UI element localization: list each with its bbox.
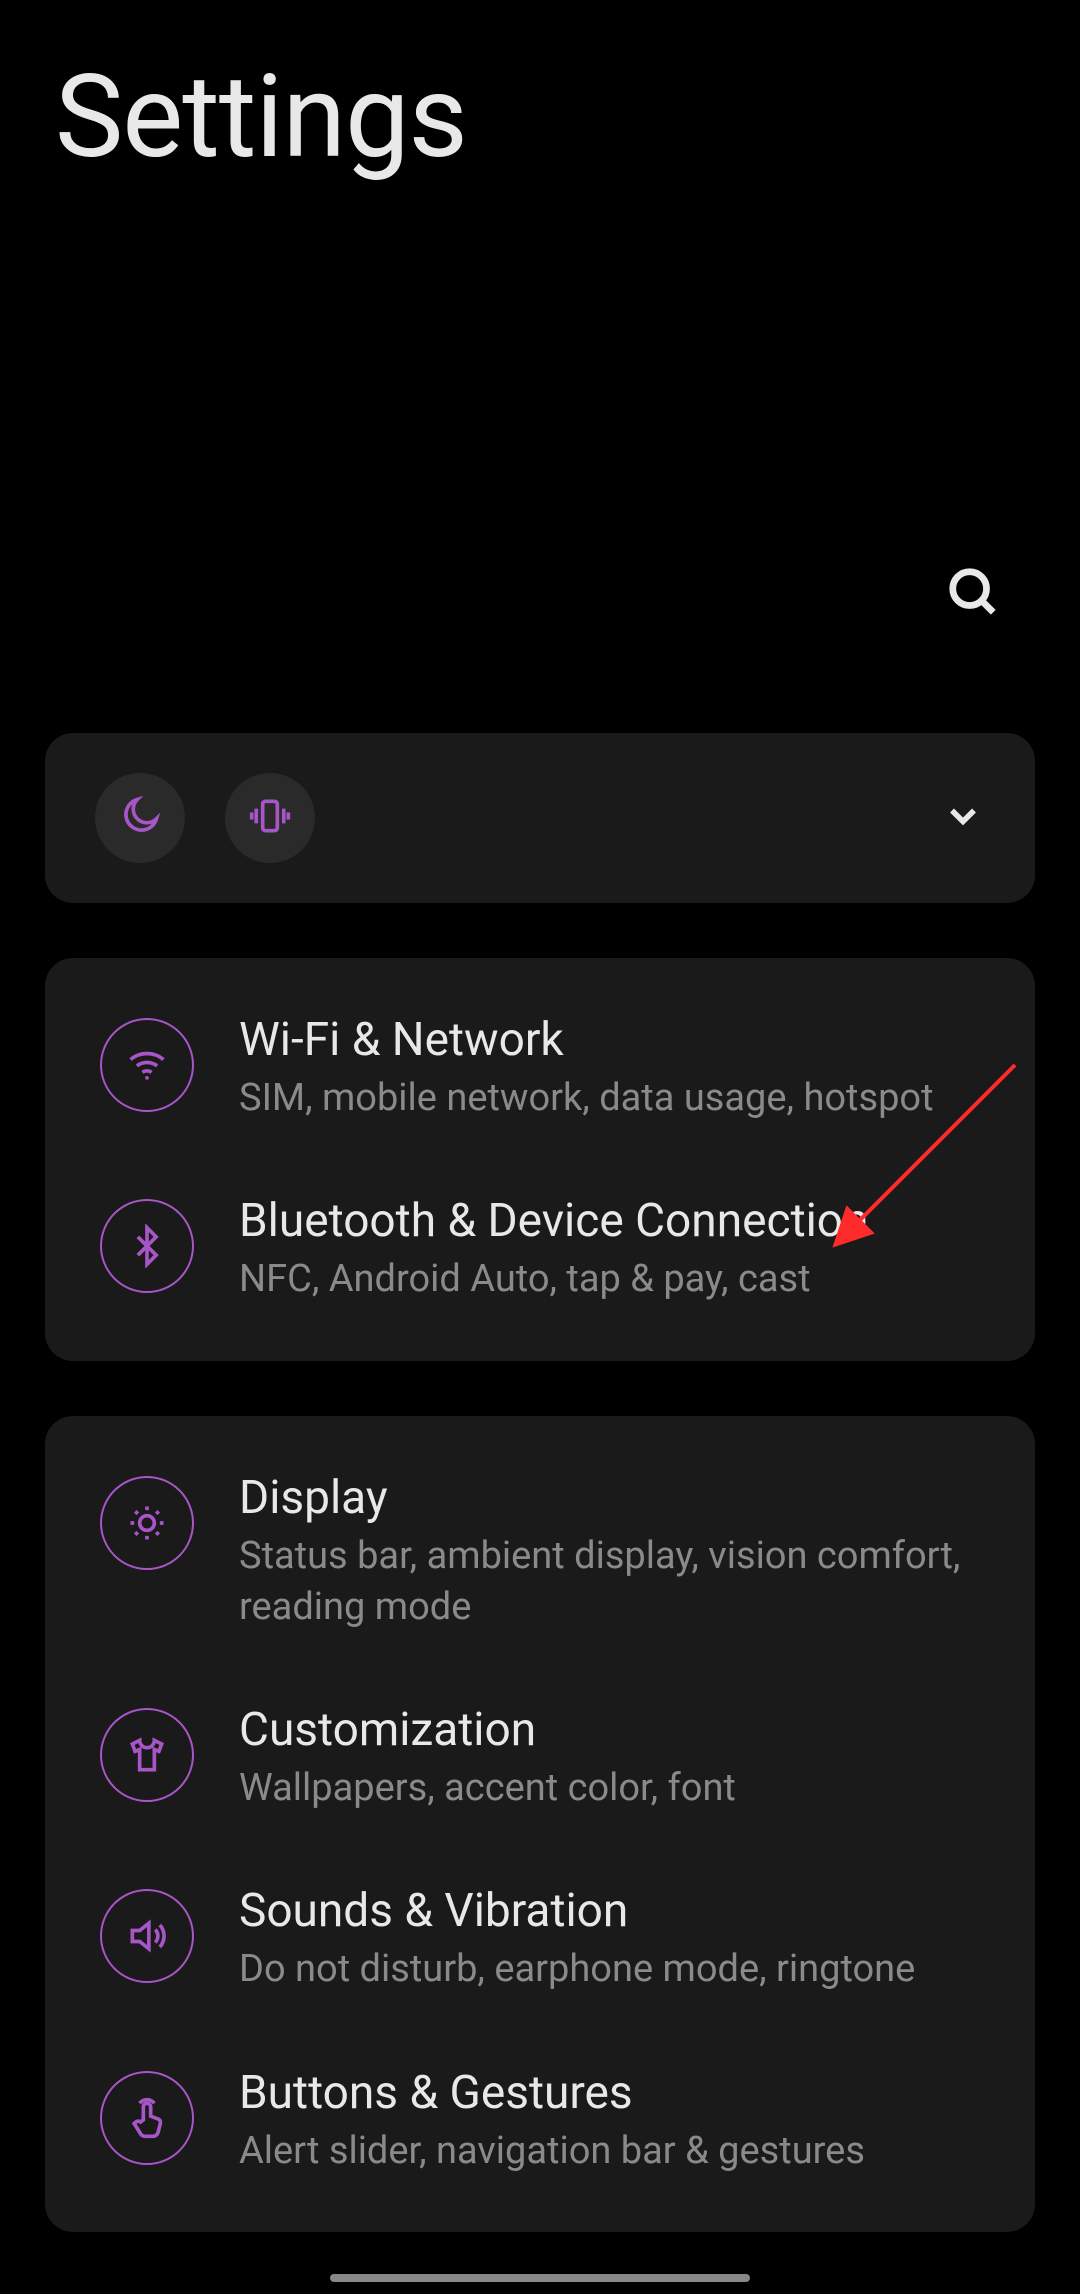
- settings-group-connectivity: Wi-Fi & Network SIM, mobile network, dat…: [45, 958, 1035, 1361]
- search-icon[interactable]: [946, 565, 1000, 623]
- speaker-icon: [100, 1889, 194, 1983]
- page-title: Settings: [0, 0, 1080, 185]
- vibrate-icon: [248, 794, 292, 842]
- setting-text: Wi-Fi & Network SIM, mobile network, dat…: [239, 1013, 980, 1124]
- status-card[interactable]: [45, 733, 1035, 903]
- status-icons: [95, 773, 315, 863]
- setting-sub: SIM, mobile network, data usage, hotspot: [239, 1073, 980, 1124]
- nav-indicator[interactable]: [330, 2274, 750, 2282]
- setting-title: Sounds & Vibration: [239, 1884, 980, 1938]
- setting-sub: NFC, Android Auto, tap & pay, cast: [239, 1254, 980, 1305]
- setting-text: Customization Wallpapers, accent color, …: [239, 1703, 980, 1814]
- wifi-icon: [100, 1018, 194, 1112]
- setting-text: Display Status bar, ambient display, vis…: [239, 1471, 980, 1634]
- settings-group-personalization: Display Status bar, ambient display, vis…: [45, 1416, 1035, 2232]
- moon-icon: [118, 794, 162, 842]
- setting-bluetooth-device[interactable]: Bluetooth & Device Connection NFC, Andro…: [45, 1159, 1035, 1340]
- bluetooth-icon: [100, 1199, 194, 1293]
- setting-sounds-vibration[interactable]: Sounds & Vibration Do not disturb, earph…: [45, 1849, 1035, 2030]
- setting-sub: Status bar, ambient display, vision comf…: [239, 1531, 980, 1634]
- setting-buttons-gestures[interactable]: Buttons & Gestures Alert slider, navigat…: [45, 2031, 1035, 2212]
- night-mode-toggle[interactable]: [95, 773, 185, 863]
- setting-text: Buttons & Gestures Alert slider, navigat…: [239, 2066, 980, 2177]
- setting-title: Customization: [239, 1703, 980, 1757]
- setting-sub: Wallpapers, accent color, font: [239, 1763, 980, 1814]
- setting-title: Buttons & Gestures: [239, 2066, 980, 2120]
- setting-text: Bluetooth & Device Connection NFC, Andro…: [239, 1194, 980, 1305]
- setting-text: Sounds & Vibration Do not disturb, earph…: [239, 1884, 980, 1995]
- setting-sub: Do not disturb, earphone mode, ringtone: [239, 1944, 980, 1995]
- setting-wifi-network[interactable]: Wi-Fi & Network SIM, mobile network, dat…: [45, 978, 1035, 1159]
- setting-sub: Alert slider, navigation bar & gestures: [239, 2126, 980, 2177]
- setting-display[interactable]: Display Status bar, ambient display, vis…: [45, 1436, 1035, 1669]
- setting-title: Bluetooth & Device Connection: [239, 1194, 980, 1248]
- chevron-down-icon[interactable]: [941, 794, 985, 842]
- setting-title: Display: [239, 1471, 980, 1525]
- vibrate-toggle[interactable]: [225, 773, 315, 863]
- brightness-icon: [100, 1476, 194, 1570]
- setting-title: Wi-Fi & Network: [239, 1013, 980, 1067]
- shirt-icon: [100, 1708, 194, 1802]
- setting-customization[interactable]: Customization Wallpapers, accent color, …: [45, 1668, 1035, 1849]
- tap-icon: [100, 2071, 194, 2165]
